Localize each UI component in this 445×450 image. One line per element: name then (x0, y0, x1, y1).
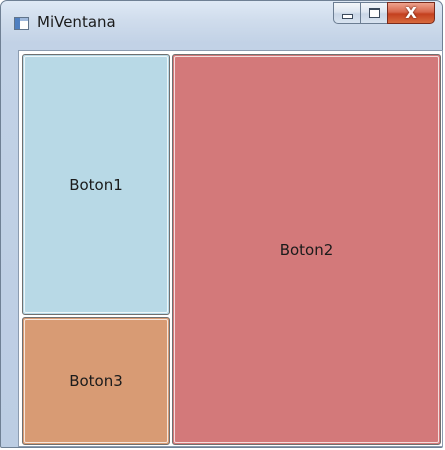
maximize-button[interactable] (360, 2, 387, 24)
minimize-icon (341, 14, 353, 19)
boton2-label: Boton2 (279, 240, 334, 259)
boton3-button[interactable]: Boton3 (22, 317, 170, 445)
window-title: MiVentana (37, 13, 116, 31)
boton3-label: Boton3 (69, 372, 123, 390)
close-button[interactable]: X (387, 2, 435, 24)
client-area: Boton1 Boton3 Boton2 (18, 50, 443, 447)
boton2-button[interactable]: Boton2 (172, 54, 441, 445)
title-bar[interactable]: MiVentana X (1, 1, 442, 43)
minimize-button[interactable] (333, 2, 360, 24)
window-app-icon[interactable] (14, 17, 29, 30)
boton1-button[interactable]: Boton1 (22, 54, 170, 315)
caption-buttons: X (333, 2, 435, 24)
maximize-icon (368, 8, 380, 18)
boton1-label: Boton1 (69, 175, 123, 194)
app-window: MiVentana X Boton1 Boton3 Boton2 (0, 0, 443, 448)
close-icon: X (405, 3, 417, 22)
